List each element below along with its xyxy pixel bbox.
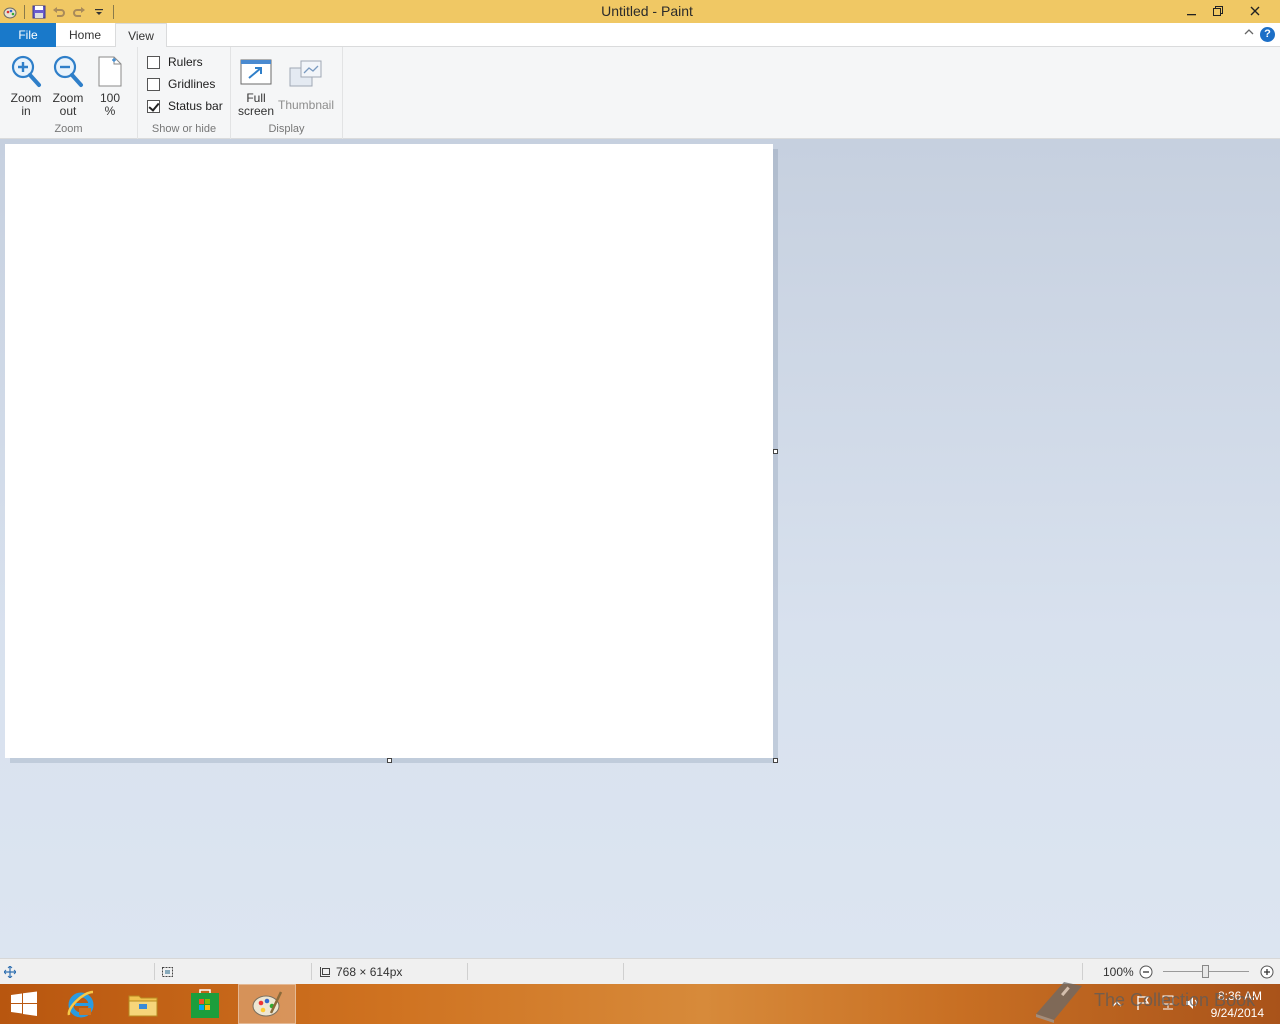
canvas-workspace — [0, 139, 1280, 958]
page-100-icon — [92, 52, 128, 88]
action-center-flag-icon[interactable] — [1136, 995, 1150, 1014]
status-divider — [623, 963, 624, 980]
clock-time[interactable]: 8:36 AM — [1218, 989, 1262, 1003]
zoom-out-small-icon[interactable] — [1139, 959, 1153, 984]
windows-logo-icon — [11, 991, 37, 1016]
resize-handle-bottom[interactable] — [387, 758, 392, 763]
network-icon[interactable] — [1160, 995, 1176, 1014]
zoom-out-button[interactable]: Zoom out — [48, 52, 88, 118]
ribbon-tabs: File Home View ? — [0, 23, 1280, 48]
show-hidden-icons-icon[interactable] — [1112, 997, 1122, 1011]
zoom-level-text: 100% — [1103, 964, 1134, 979]
tab-file[interactable]: File — [0, 23, 56, 47]
status-divider — [467, 963, 468, 980]
zoom-out-icon — [48, 52, 88, 88]
close-icon[interactable] — [1241, 0, 1268, 22]
rulers-checkbox[interactable] — [147, 55, 160, 69]
thumbnail-label: Thumbnail — [277, 98, 335, 112]
full-screen-button[interactable]: Full screen — [235, 52, 277, 118]
rulers-label: Rulers — [168, 55, 203, 69]
zoom-in-button[interactable]: Zoom in — [6, 52, 46, 118]
show-or-hide-group: Rulers Gridlines Status bar Show or hide — [138, 47, 231, 139]
window-title: Untitled - Paint — [601, 3, 693, 19]
system-tray: 8:36 AM 9/24/2014 — [1090, 984, 1280, 1024]
status-divider — [154, 963, 155, 980]
collapse-ribbon-icon[interactable] — [1244, 27, 1254, 39]
display-group: Full screen Thumbnail Display — [231, 47, 343, 139]
status-bar: 768 × 614px 100% — [0, 958, 1280, 984]
image-size-icon — [320, 966, 330, 977]
internet-explorer-button[interactable] — [52, 984, 110, 1024]
help-icon[interactable]: ? — [1260, 27, 1275, 42]
gridlines-label: Gridlines — [168, 77, 216, 91]
store-icon — [191, 989, 219, 1018]
restore-icon[interactable] — [1205, 0, 1232, 22]
selection-size-icon — [161, 959, 174, 984]
store-button[interactable] — [176, 984, 234, 1024]
title-bar: Untitled - Paint — [0, 0, 1280, 23]
zoom-in-small-icon[interactable] — [1260, 959, 1274, 984]
zoom-in-icon — [6, 52, 46, 88]
full-screen-label-2: screen — [237, 104, 275, 118]
zoom-out-label-2: out — [59, 104, 77, 118]
display-group-label: Display — [268, 123, 305, 135]
zoom-group-label: Zoom — [54, 123, 83, 135]
resize-handle-right[interactable] — [773, 449, 778, 454]
gridlines-checkbox[interactable] — [147, 77, 160, 91]
status-divider — [1082, 963, 1083, 980]
image-size-cell: 768 × 614px — [318, 959, 402, 984]
image-size-text: 768 × 614px — [336, 964, 403, 979]
file-explorer-button[interactable] — [114, 984, 172, 1024]
ribbon-panel: Zoom in Zoom out 100 % Zoom Rulers Gridl… — [0, 47, 1280, 139]
folder-icon — [128, 995, 158, 1017]
volume-icon[interactable] — [1184, 995, 1200, 1014]
rulers-checkbox-row[interactable]: Rulers — [147, 55, 203, 69]
status-bar-label: Status bar — [168, 99, 223, 113]
full-screen-icon — [235, 52, 277, 88]
thumbnail-icon — [277, 52, 335, 88]
gridlines-checkbox-row[interactable]: Gridlines — [147, 77, 215, 91]
zoom-100-button[interactable]: 100 % — [92, 52, 128, 118]
internet-explorer-icon — [67, 990, 94, 1018]
zoom-group: Zoom in Zoom out 100 % Zoom — [0, 47, 138, 139]
taskbar: 8:36 AM 9/24/2014 — [0, 984, 1280, 1024]
paint-icon — [252, 991, 283, 1017]
zoom-slider-thumb[interactable] — [1202, 965, 1209, 978]
zoom-100-label-2: % — [104, 104, 116, 118]
tab-view[interactable]: View — [115, 23, 167, 48]
status-divider — [311, 963, 312, 980]
drawing-canvas[interactable] — [5, 144, 773, 758]
zoom-in-label-2: in — [21, 104, 31, 118]
thumbnail-button[interactable]: Thumbnail — [277, 52, 335, 112]
paint-taskbar-button[interactable] — [238, 984, 296, 1024]
cursor-position-icon — [4, 959, 16, 984]
clock-date[interactable]: 9/24/2014 — [1211, 1006, 1264, 1020]
minimize-icon[interactable] — [1178, 0, 1205, 22]
resize-handle-corner[interactable] — [773, 758, 778, 763]
show-or-hide-group-label: Show or hide — [151, 123, 217, 135]
start-button[interactable] — [0, 984, 48, 1024]
status-bar-checkbox-row[interactable]: Status bar — [147, 99, 223, 113]
tab-home[interactable]: Home — [61, 23, 109, 47]
status-bar-checkbox[interactable] — [147, 99, 160, 113]
